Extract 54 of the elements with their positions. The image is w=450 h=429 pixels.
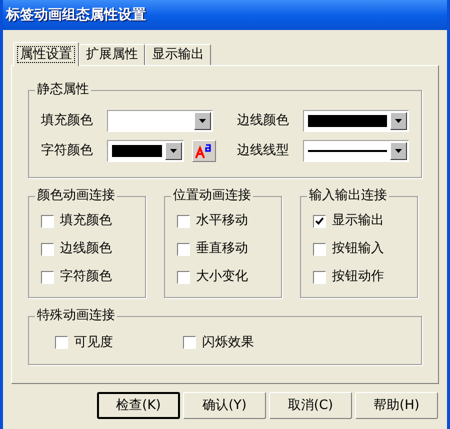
checkbox-label: 垂直移动 <box>196 241 248 257</box>
window-title: 标签动画组态属性设置 <box>6 6 146 24</box>
dialog-button[interactable]: 取消(C) <box>269 392 352 419</box>
group-title: 颜色动画连接 <box>35 188 117 204</box>
field-label: 边线颜色 <box>236 112 290 130</box>
dropdown-button[interactable] <box>165 142 182 160</box>
group-title: 静态属性 <box>35 82 91 98</box>
checkbox[interactable] <box>41 214 54 228</box>
checkbox[interactable] <box>313 270 326 284</box>
checkbox[interactable] <box>177 242 190 256</box>
checkbox[interactable] <box>177 214 190 228</box>
checkbox-label: 按钮输入 <box>332 241 384 257</box>
caret-icon <box>170 149 177 153</box>
checkbox-label: 闪烁效果 <box>202 334 254 350</box>
checkbox[interactable] <box>41 270 54 284</box>
tab[interactable]: 属性设置 <box>13 42 79 66</box>
color-dropdown[interactable] <box>303 110 409 132</box>
dropdown-button[interactable] <box>194 112 211 130</box>
dialog-button[interactable]: 确认(Y) <box>183 392 266 419</box>
color-dropdown[interactable] <box>303 140 409 162</box>
dropdown-button[interactable] <box>390 112 407 130</box>
checkbox[interactable] <box>313 242 326 256</box>
color-dropdown[interactable] <box>107 110 213 132</box>
checkbox-label: 可见度 <box>74 334 113 350</box>
checkbox-label: 显示输出 <box>332 213 384 229</box>
group-title: 位置动画连接 <box>171 188 253 204</box>
checkbox[interactable] <box>55 336 68 349</box>
checkbox-label: 字符颜色 <box>60 269 112 285</box>
dialog-button[interactable]: 帮助(H) <box>355 392 438 419</box>
caret-icon <box>395 149 402 153</box>
checkbox-label: 按钮动作 <box>332 269 384 285</box>
tab[interactable]: 显示输出 <box>145 44 211 65</box>
checkbox-label: 边线颜色 <box>60 241 112 257</box>
tab[interactable]: 扩展属性 <box>79 44 145 65</box>
font-icon <box>195 143 213 159</box>
checkbox[interactable] <box>41 242 54 256</box>
checkbox-label: 大小变化 <box>196 269 248 285</box>
group-title: 特殊动画连接 <box>35 308 117 324</box>
group-title: 输入输出连接 <box>307 188 389 204</box>
checkbox-label: 填充颜色 <box>60 213 112 229</box>
caret-icon <box>199 119 206 123</box>
font-button[interactable] <box>192 140 216 162</box>
dialog-button[interactable]: 检查(K) <box>97 392 180 419</box>
dropdown-button[interactable] <box>390 142 407 160</box>
check-icon <box>315 217 324 225</box>
checkbox[interactable] <box>183 336 196 349</box>
checkbox-label: 水平移动 <box>196 213 248 229</box>
color-dropdown[interactable] <box>107 140 184 162</box>
field-label: 字符颜色 <box>40 142 94 160</box>
field-label: 填充颜色 <box>40 112 94 130</box>
checkbox[interactable] <box>177 270 190 284</box>
field-label: 边线线型 <box>236 142 290 160</box>
checkbox[interactable] <box>313 214 326 228</box>
caret-icon <box>395 119 402 123</box>
